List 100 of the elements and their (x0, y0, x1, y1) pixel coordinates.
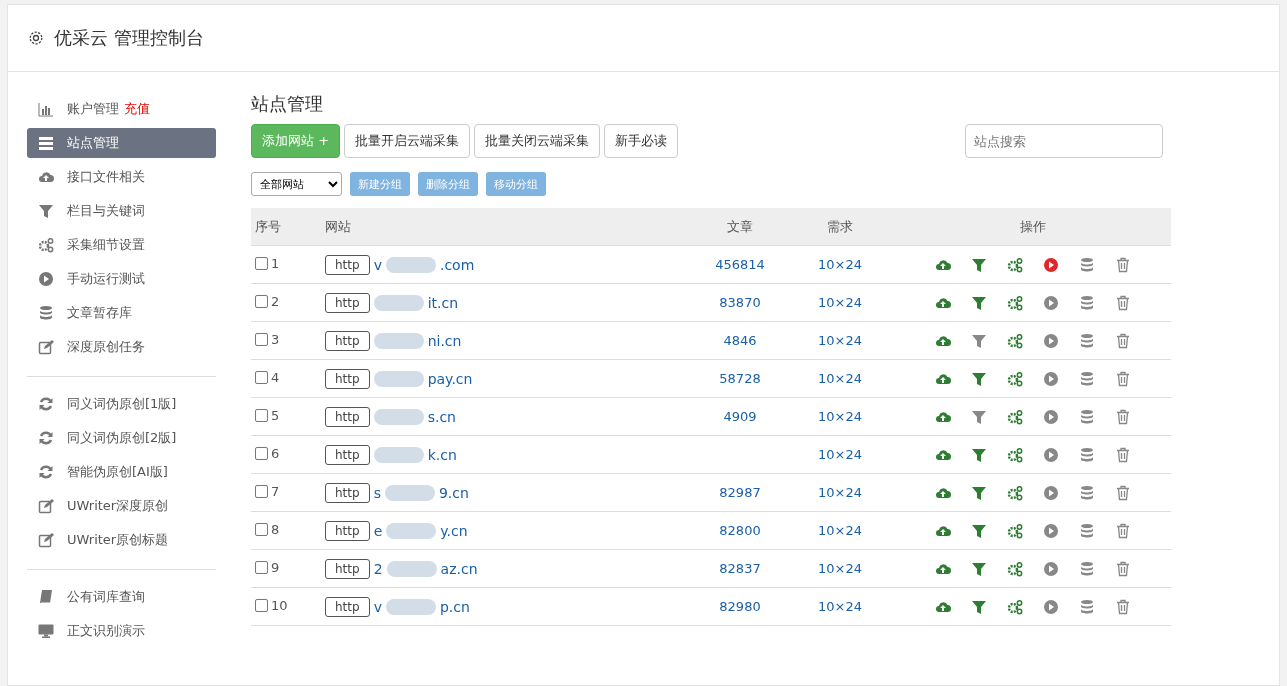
play-icon[interactable] (1043, 332, 1059, 349)
demand-value: 10×24 (818, 561, 862, 576)
row-checkbox[interactable] (255, 295, 268, 308)
demand-value: 10×24 (818, 523, 862, 538)
row-checkbox[interactable] (255, 599, 268, 612)
toolbar-button[interactable]: 批量开启云端采集 (344, 124, 471, 158)
site-link[interactable]: e (373, 522, 383, 539)
blurred-text (373, 370, 424, 387)
play-icon[interactable] (1043, 446, 1059, 463)
row-checkbox[interactable] (255, 371, 268, 384)
site-link[interactable]: y.cn (440, 522, 468, 539)
filter-icon[interactable] (971, 294, 987, 311)
filter-icon[interactable] (971, 522, 987, 539)
gears-icon (1007, 446, 1023, 463)
row-number: 7 (271, 484, 280, 499)
site-link[interactable]: it.cn (427, 294, 459, 311)
column-header: 操作 (895, 208, 1171, 246)
sidebar-item[interactable]: 正文识别演示 (27, 616, 216, 646)
site-link[interactable]: pay.cn (427, 370, 473, 387)
sidebar-item[interactable]: 同义词伪原创[1版] (27, 389, 216, 419)
row-number: 1 (271, 256, 280, 271)
play-icon[interactable] (1043, 370, 1059, 387)
sidebar-item[interactable]: UWriter深度原创 (27, 491, 216, 521)
sidebar-item[interactable]: 站点管理 (27, 128, 216, 158)
filter-icon[interactable] (971, 446, 987, 463)
filter-icon[interactable] (971, 332, 987, 349)
article-count: 82980 (719, 599, 761, 614)
gears-icon (1007, 598, 1023, 615)
blurred-text (386, 522, 437, 539)
toolbar-button[interactable]: 批量关闭云端采集 (474, 124, 601, 158)
sidebar-item[interactable]: 公有词库查询 (27, 582, 216, 612)
filter-icon[interactable] (971, 408, 987, 425)
sidebar-item[interactable]: 智能伪原创[AI版] (27, 457, 216, 487)
article-count: 4846 (723, 333, 757, 348)
row-number: 8 (271, 522, 280, 537)
sidebar-item[interactable]: 栏目与关键词 (27, 196, 216, 226)
row-checkbox[interactable] (255, 523, 268, 536)
cloud-upload-icon (38, 169, 54, 185)
demand-value: 10×24 (818, 257, 862, 272)
sidebar-item[interactable]: 账户管理 充值 (27, 94, 216, 124)
demand-value: 10×24 (818, 409, 862, 424)
sidebar-item[interactable]: 深度原创任务 (27, 332, 216, 362)
edit-icon (38, 532, 54, 548)
trash-icon (1115, 294, 1131, 311)
toolbar-button[interactable]: 新手必读 (604, 124, 679, 158)
play-icon[interactable] (1043, 484, 1059, 501)
book-icon (38, 589, 54, 605)
play-icon[interactable] (1043, 560, 1059, 577)
recharge-link[interactable]: 充值 (124, 100, 150, 118)
filter-icon[interactable] (971, 256, 987, 273)
blurred-text (385, 598, 436, 615)
sidebar-item[interactable]: 手动运行测试 (27, 264, 216, 294)
site-link[interactable]: s (373, 484, 381, 501)
scheme-tag: http (325, 330, 370, 351)
filter-icon[interactable] (971, 598, 987, 615)
group-select[interactable]: 全部网站 (251, 172, 342, 196)
site-link[interactable]: v (373, 256, 382, 273)
sidebar-item[interactable]: UWriter原创标题 (27, 525, 216, 555)
trash-icon (1115, 560, 1131, 577)
play-icon[interactable] (1043, 408, 1059, 425)
sidebar-item[interactable]: 接口文件相关 (27, 162, 216, 192)
row-checkbox[interactable] (255, 485, 268, 498)
filter-icon[interactable] (971, 484, 987, 501)
site-link[interactable]: ni.cn (427, 332, 462, 349)
demand-value: 10×24 (818, 295, 862, 310)
trash-icon (1115, 598, 1131, 615)
play-icon[interactable] (1043, 256, 1059, 273)
site-link[interactable]: v (373, 598, 382, 615)
play-icon[interactable] (1043, 598, 1059, 615)
row-checkbox[interactable] (255, 447, 268, 460)
scheme-tag: http (325, 520, 370, 541)
row-checkbox[interactable] (255, 561, 268, 574)
filter-icon (38, 203, 54, 219)
blurred-text (373, 294, 424, 311)
sidebar-item[interactable]: 同义词伪原创[2版] (27, 423, 216, 453)
sidebar-item[interactable]: 文章暂存库 (27, 298, 216, 328)
blurred-text (373, 446, 424, 463)
article-count: 83870 (719, 295, 761, 310)
row-checkbox[interactable] (255, 409, 268, 422)
filter-icon[interactable] (971, 560, 987, 577)
sidebar-item[interactable]: 采集细节设置 (27, 230, 216, 260)
play-icon[interactable] (1043, 294, 1059, 311)
trash-icon (1115, 484, 1131, 501)
trash-icon (1115, 332, 1131, 349)
row-checkbox[interactable] (255, 333, 268, 346)
site-link[interactable]: .com (439, 256, 475, 273)
site-link[interactable]: 9.cn (438, 484, 469, 501)
gears-icon (1007, 484, 1023, 501)
site-link[interactable]: p.cn (439, 598, 470, 615)
site-link[interactable]: s.cn (427, 408, 456, 425)
row-checkbox[interactable] (255, 257, 268, 270)
site-link[interactable]: k.cn (427, 446, 457, 463)
search-field[interactable]: 站点搜索 (965, 124, 1163, 158)
demand-value: 10×24 (818, 371, 862, 386)
gears-icon (1007, 332, 1023, 349)
site-link[interactable]: 2 (373, 560, 383, 577)
filter-icon[interactable] (971, 370, 987, 387)
site-link[interactable]: az.cn (440, 560, 478, 577)
database-icon (1079, 522, 1095, 539)
play-icon[interactable] (1043, 522, 1059, 539)
